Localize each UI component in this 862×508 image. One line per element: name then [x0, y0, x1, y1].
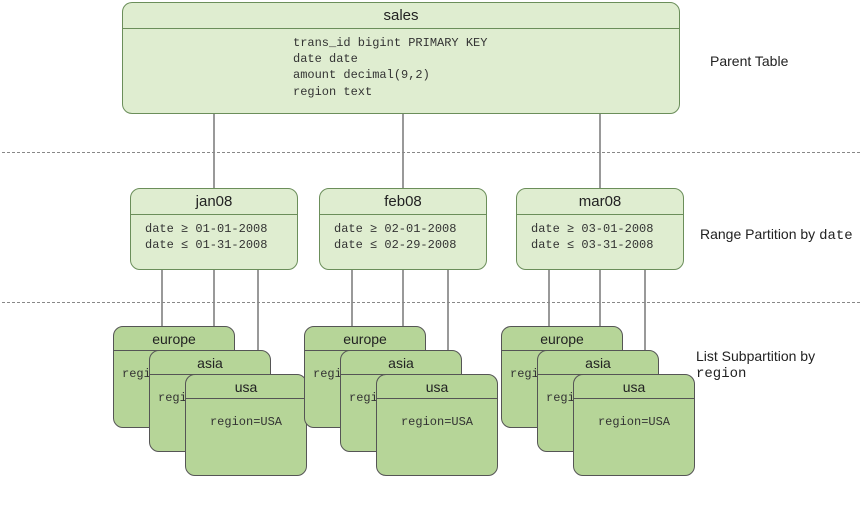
sub-title: asia [538, 351, 658, 375]
parent-level-label: Parent Table [710, 53, 788, 69]
parent-table-title: sales [123, 3, 679, 29]
parent-col-2: amount decimal(9,2) [293, 67, 669, 83]
constraint-0: date ≥ 02-01-2008 [334, 221, 476, 237]
constraint-1: date ≤ 03-31-2008 [531, 237, 673, 253]
sub-title: usa [574, 375, 694, 399]
partition-title: feb08 [320, 189, 486, 215]
subpartition-usa: usa region=USA [185, 374, 307, 476]
constraint-1: date ≤ 02-29-2008 [334, 237, 476, 253]
parent-col-3: region text [293, 84, 669, 100]
list-level-label: List Subpartition by region [696, 348, 862, 382]
sub-body: region=USA [377, 399, 497, 429]
partition-title: mar08 [517, 189, 683, 215]
sub-title: europe [114, 327, 234, 351]
constraint-0: date ≥ 03-01-2008 [531, 221, 673, 237]
sub-body: region=USA [574, 399, 694, 429]
list-label-text: List Subpartition by [696, 348, 815, 364]
list-label-code: region [696, 366, 746, 382]
parent-col-0: trans_id bigint PRIMARY KEY [293, 35, 669, 51]
sub-title: asia [341, 351, 461, 375]
parent-col-1: date date [293, 51, 669, 67]
partition-jan08: jan08 date ≥ 01-01-2008 date ≤ 01-31-200… [130, 188, 298, 270]
sub-title: usa [186, 375, 306, 399]
sub-title: europe [502, 327, 622, 351]
sub-body: region=USA [186, 399, 306, 429]
level-divider-2 [2, 302, 860, 303]
constraint-1: date ≤ 01-31-2008 [145, 237, 287, 253]
range-label-code: date [819, 228, 853, 244]
partition-mar08: mar08 date ≥ 03-01-2008 date ≤ 03-31-200… [516, 188, 684, 270]
sub-title: europe [305, 327, 425, 351]
sub-title: asia [150, 351, 270, 375]
parent-table-box: sales trans_id bigint PRIMARY KEY date d… [122, 2, 680, 114]
parent-table-columns: trans_id bigint PRIMARY KEY date date am… [123, 29, 679, 108]
partition-body: date ≥ 01-01-2008 date ≤ 01-31-2008 [131, 215, 297, 261]
partition-body: date ≥ 02-01-2008 date ≤ 02-29-2008 [320, 215, 486, 261]
range-label-text: Range Partition by [700, 226, 819, 242]
subpartition-usa: usa region=USA [573, 374, 695, 476]
partition-title: jan08 [131, 189, 297, 215]
level-divider-1 [2, 152, 860, 153]
partition-feb08: feb08 date ≥ 02-01-2008 date ≤ 02-29-200… [319, 188, 487, 270]
partition-body: date ≥ 03-01-2008 date ≤ 03-31-2008 [517, 215, 683, 261]
subpartition-usa: usa region=USA [376, 374, 498, 476]
constraint-0: date ≥ 01-01-2008 [145, 221, 287, 237]
sub-title: usa [377, 375, 497, 399]
range-level-label: Range Partition by date [700, 226, 853, 244]
